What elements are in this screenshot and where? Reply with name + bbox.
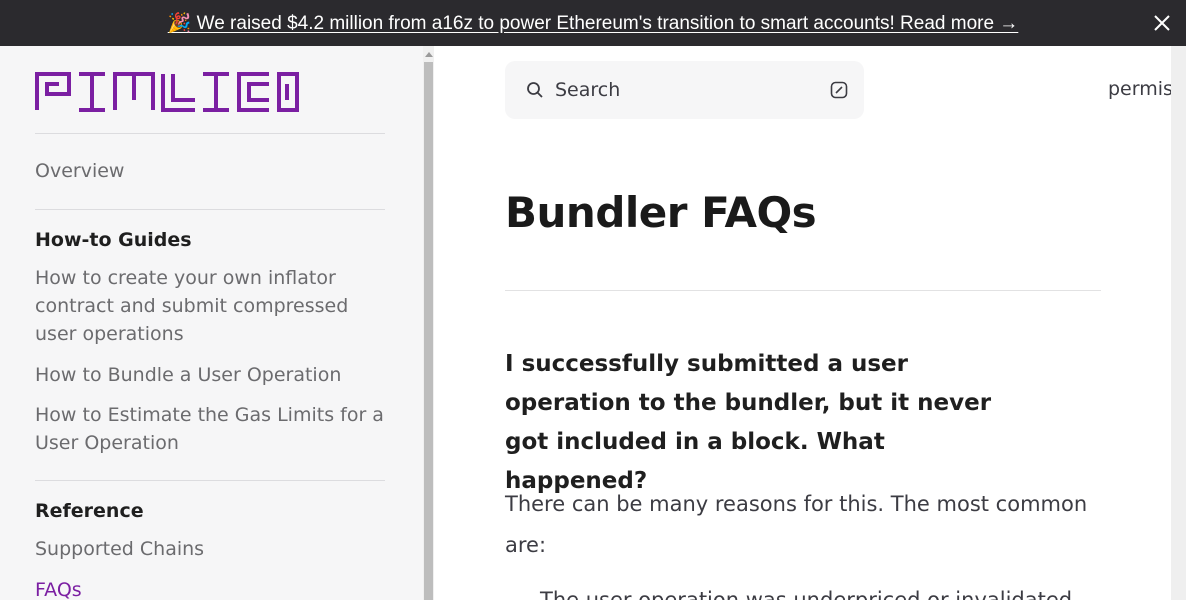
- divider: [35, 209, 385, 210]
- search-placeholder: Search: [555, 79, 621, 101]
- sidebar-item-estimate-gas-limits[interactable]: How to Estimate the Gas Limits for a Use…: [35, 401, 387, 457]
- divider: [35, 133, 385, 134]
- page-scrollbar[interactable]: [1171, 46, 1186, 600]
- faq-answer: There can be many reasons for this. The …: [505, 492, 1088, 557]
- announcement-link[interactable]: 🎉 We raised $4.2 million from a16z to po…: [168, 11, 1019, 35]
- sidebar: Overview How-to Guides How to create you…: [0, 46, 423, 600]
- faq-list-item: The user operation was underpriced or in…: [540, 588, 1073, 600]
- announcement-banner: 🎉 We raised $4.2 million from a16z to po…: [0, 0, 1186, 46]
- search-button[interactable]: Search: [505, 61, 864, 119]
- sidebar-item-bundle-user-operation[interactable]: How to Bundle a User Operation: [35, 361, 387, 389]
- scrollbar-thumb[interactable]: [424, 62, 433, 600]
- sidebar-item-inflator-contract[interactable]: How to create your own inflator contract…: [35, 264, 387, 348]
- sidebar-item-supported-chains[interactable]: Supported Chains: [35, 535, 387, 563]
- search-icon: [527, 82, 543, 98]
- scroll-up-arrow-icon[interactable]: [425, 52, 433, 57]
- page-title: Bundler FAQs: [505, 188, 817, 237]
- sidebar-heading-how-to-guides: How-to Guides: [35, 229, 192, 251]
- pimlico-logo[interactable]: [35, 72, 299, 116]
- sidebar-item-overview[interactable]: Overview: [35, 157, 387, 185]
- sidebar-heading-reference: Reference: [35, 500, 144, 522]
- slash-key-icon: [830, 81, 848, 99]
- title-divider: [505, 290, 1101, 291]
- divider: [35, 480, 385, 481]
- faq-question: I successfully submitted a user operatio…: [505, 351, 992, 494]
- sidebar-item-faqs[interactable]: FAQs: [35, 576, 387, 600]
- close-icon[interactable]: [1152, 13, 1172, 33]
- nav-link-permissionless[interactable]: permis: [1108, 78, 1173, 100]
- sidebar-scrollbar[interactable]: [423, 46, 434, 600]
